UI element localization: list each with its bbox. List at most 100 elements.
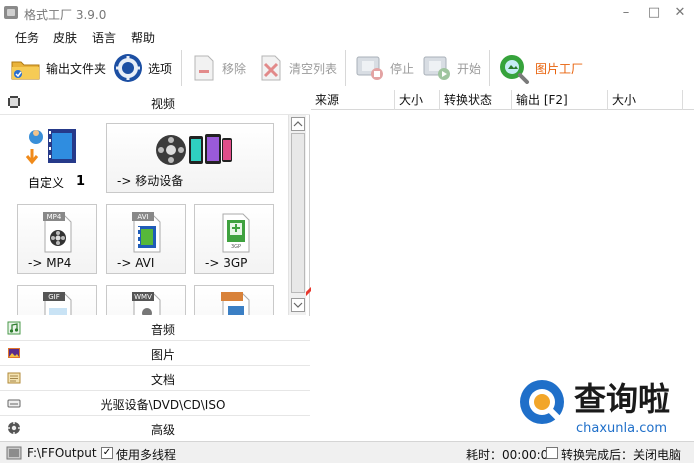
- video-file-icon: [221, 292, 250, 315]
- wmv-badge: WMV: [134, 293, 152, 301]
- picture-factory-label: 图片工厂: [535, 61, 584, 76]
- start-icon: [423, 56, 450, 80]
- category-picture-label: 图片: [150, 348, 175, 362]
- chevron-down-icon: [293, 302, 303, 308]
- category-document[interactable]: 文档: [0, 366, 310, 391]
- elapsed-time: 耗时：00:00:00: [466, 448, 556, 462]
- category-document-label: 文档: [150, 373, 175, 387]
- avi-badge: AVI: [137, 213, 148, 221]
- menu-task[interactable]: 任务: [15, 29, 39, 46]
- tile-mobile-label: -> 移动设备: [117, 174, 184, 188]
- toolbar-divider: [345, 50, 346, 86]
- clear-list-icon: [261, 55, 281, 81]
- category-panel: 视频 自定义 1 -> 移动设备 MP4 -> MP4 AVI -> AVI 3…: [0, 90, 318, 441]
- menu-help[interactable]: 帮助: [131, 29, 155, 46]
- scroll-down-button[interactable]: [291, 298, 305, 312]
- start-label: 开始: [457, 61, 482, 76]
- custom-video-icon: [25, 129, 76, 165]
- menu-skin[interactable]: 皮肤: [53, 29, 77, 46]
- category-optical-drive-label: 光驱设备\DVD\CD\ISO: [100, 398, 226, 412]
- tile-mp4-label: -> MP4: [28, 256, 72, 270]
- remove-button[interactable]: 移除: [190, 52, 246, 84]
- multithread-label: 使用多线程: [116, 448, 177, 462]
- remove-icon: [194, 55, 214, 81]
- category-advanced[interactable]: 高级: [0, 416, 310, 441]
- toolbar: 输出文件夹 选项 移除 清空列表 停止 开始 图片工厂: [0, 46, 694, 90]
- toolbar-divider: [489, 50, 490, 86]
- after-complete-label: 转换完成后：关闭电脑: [561, 448, 682, 462]
- title-bar: 格式工厂 3.9.0 – □ ✕: [0, 0, 694, 26]
- picture-factory-button[interactable]: 图片工厂: [497, 52, 583, 84]
- col-source[interactable]: 来源: [311, 90, 395, 110]
- tile-wmv[interactable]: WMV: [106, 285, 186, 315]
- window-title: 格式工厂 3.9.0: [24, 8, 107, 22]
- output-folder-status-icon[interactable]: [6, 446, 22, 460]
- status-bar: F:\FFOutput ✓ 使用多线程 耗时：00:00:00 转换完成后：关闭…: [0, 441, 694, 463]
- col-size[interactable]: 大小: [395, 90, 440, 110]
- start-button[interactable]: 开始: [421, 52, 481, 84]
- video-format-grid: 自定义 1 -> 移动设备 MP4 -> MP4 AVI -> AVI 3GP …: [0, 115, 287, 315]
- after-complete-checkbox[interactable]: [546, 447, 558, 459]
- tile-avi[interactable]: AVI -> AVI: [106, 204, 186, 274]
- mp4-file-icon: MP4: [43, 212, 72, 253]
- category-advanced-label: 高级: [150, 423, 175, 437]
- tiles-scrollbar[interactable]: [288, 115, 306, 315]
- tile-3gp-label: -> 3GP: [205, 256, 248, 270]
- options-label: 选项: [148, 61, 173, 76]
- category-video-label: 视频: [150, 97, 175, 111]
- 3gp-file-icon: 3GP: [222, 213, 250, 253]
- watermark-logo-icon: [520, 380, 564, 424]
- category-audio[interactable]: 音频: [0, 316, 310, 341]
- maximize-button[interactable]: □: [644, 4, 664, 22]
- tile-avi-label: -> AVI: [117, 256, 155, 270]
- tile-gif[interactable]: GIF: [17, 285, 97, 315]
- output-folder-label: 输出文件夹: [46, 61, 107, 76]
- stop-icon: [356, 56, 383, 80]
- picture-factory-icon: [500, 55, 529, 84]
- folder-icon: [11, 61, 40, 80]
- remove-label: 移除: [222, 61, 247, 76]
- tile-mp4[interactable]: MP4 -> MP4: [17, 204, 97, 274]
- options-button[interactable]: 选项: [112, 52, 172, 84]
- chevron-up-icon: [293, 121, 303, 127]
- app-icon: [4, 6, 18, 19]
- wmv-file-icon: WMV: [132, 292, 161, 315]
- stop-button[interactable]: 停止: [354, 52, 414, 84]
- avi-file-icon: AVI: [132, 212, 161, 253]
- tile-custom-number: 1: [76, 174, 86, 189]
- output-folder-button[interactable]: 输出文件夹: [10, 52, 106, 84]
- watermark: 查询啦 chaxunla.com: [514, 372, 692, 442]
- minimize-button[interactable]: –: [616, 4, 636, 22]
- scroll-thumb[interactable]: [291, 133, 305, 293]
- col-output[interactable]: 输出 [F2]: [512, 90, 608, 110]
- scroll-up-button[interactable]: [291, 117, 305, 131]
- tile-custom[interactable]: 自定义 1: [10, 123, 96, 193]
- col-output-size[interactable]: 大小: [608, 90, 683, 110]
- clear-list-label: 清空列表: [289, 61, 338, 76]
- watermark-url: chaxunla.com: [576, 421, 667, 436]
- toolbar-divider: [181, 50, 182, 86]
- tile-format[interactable]: [194, 285, 274, 315]
- category-picture[interactable]: 图片: [0, 341, 310, 366]
- menu-language[interactable]: 语言: [92, 29, 116, 46]
- stop-label: 停止: [390, 61, 415, 76]
- col-status[interactable]: 转换状态: [440, 90, 512, 110]
- tile-custom-label: 自定义: [28, 176, 65, 190]
- tile-3gp[interactable]: 3GP -> 3GP: [194, 204, 274, 274]
- category-optical-drive[interactable]: 光驱设备\DVD\CD\ISO: [0, 391, 310, 416]
- multithread-checkbox[interactable]: ✓: [101, 447, 113, 459]
- menu-bar: 任务 皮肤 语言 帮助: [0, 26, 694, 46]
- gif-file-icon: GIF: [43, 292, 72, 315]
- category-video[interactable]: 视频: [0, 90, 310, 115]
- close-button[interactable]: ✕: [670, 4, 690, 22]
- task-list-header: 来源 大小 转换状态 输出 [F2] 大小: [311, 90, 694, 110]
- tile-mobile-device[interactable]: -> 移动设备: [106, 123, 274, 193]
- mobile-device-icon: [156, 134, 232, 165]
- category-audio-label: 音频: [150, 323, 175, 337]
- output-path[interactable]: F:\FFOutput: [27, 446, 97, 460]
- mp4-badge: MP4: [47, 213, 62, 221]
- options-gear-icon: [114, 54, 142, 82]
- clear-list-button[interactable]: 清空列表: [257, 52, 337, 84]
- watermark-brand: 查询啦: [574, 380, 671, 418]
- gif-badge: GIF: [48, 293, 60, 301]
